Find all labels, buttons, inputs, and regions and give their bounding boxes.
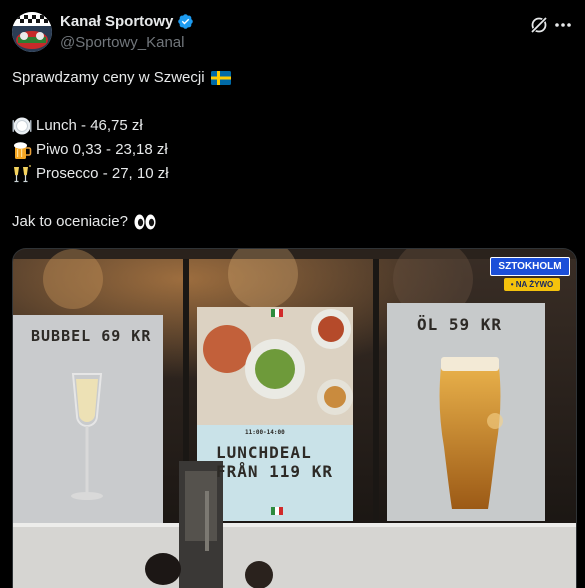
poster-center-time: 11:00-14:00	[245, 429, 285, 436]
tweet-line-intro: Sprawdzamy ceny w Szwecji	[12, 66, 572, 90]
display-name-text: Kanał Sportowy	[60, 13, 174, 30]
eyes-icon	[134, 214, 156, 230]
live-status-label: • NA ŻYWO	[504, 278, 560, 291]
champagne-icon	[14, 165, 31, 183]
live-city-label: SZTOKHOLM	[490, 257, 570, 276]
more-button[interactable]	[553, 15, 573, 35]
tweet-item-beer: Piwo 0,33 - 23,18 zł	[12, 138, 572, 162]
plate-icon	[12, 117, 32, 135]
item-text: Lunch - 46,75 zł	[36, 117, 143, 134]
beer-icon	[14, 142, 32, 159]
author-handle[interactable]: @Sportowy_Kanal	[60, 34, 194, 51]
poster-center-title-2: FRÅN 119 KR	[216, 462, 333, 481]
poster-left-title: BUBBEL 69 KR	[31, 327, 152, 345]
grok-button[interactable]	[529, 15, 549, 35]
author-names: Kanał Sportowy @Sportowy_Kanal	[60, 13, 194, 51]
intro-text: Sprawdzamy ceny w Szwecji	[12, 69, 205, 86]
tweet-header: Kanał Sportowy @Sportowy_Kanal	[12, 12, 573, 56]
poster-center-title-1: LUNCHDEAL	[216, 443, 312, 462]
item-text: Piwo 0,33 - 23,18 zł	[36, 141, 168, 158]
grok-icon	[531, 16, 548, 33]
question-text: Jak to oceniacie?	[12, 213, 128, 230]
item-text: Prosecco - 27, 10 zł	[36, 165, 169, 182]
more-icon	[555, 23, 571, 27]
tweet-line-question: Jak to oceniacie?	[12, 210, 572, 234]
avatar[interactable]	[12, 12, 52, 52]
video-frame-image	[13, 249, 576, 588]
verified-badge-icon	[178, 14, 194, 29]
poster-right-title: ÖL 59 KR	[417, 315, 503, 334]
tweet-item-lunch: Lunch - 46,75 zł	[12, 114, 572, 138]
kanal-sportowy-logo-icon	[12, 12, 52, 52]
tweet-media-video[interactable]: BUBBEL 69 KR 11:00-14:00 LUNCHDEAL FRÅN …	[12, 248, 577, 588]
live-badge: SZTOKHOLM • NA ŻYWO	[490, 257, 570, 291]
tweet-item-prosecco: Prosecco - 27, 10 zł	[12, 162, 572, 186]
sweden-flag-icon	[210, 71, 231, 85]
tweet-text: Sprawdzamy ceny w Szwecji Lunch - 46,75 …	[12, 66, 572, 234]
author-display-name[interactable]: Kanał Sportowy	[60, 13, 194, 30]
